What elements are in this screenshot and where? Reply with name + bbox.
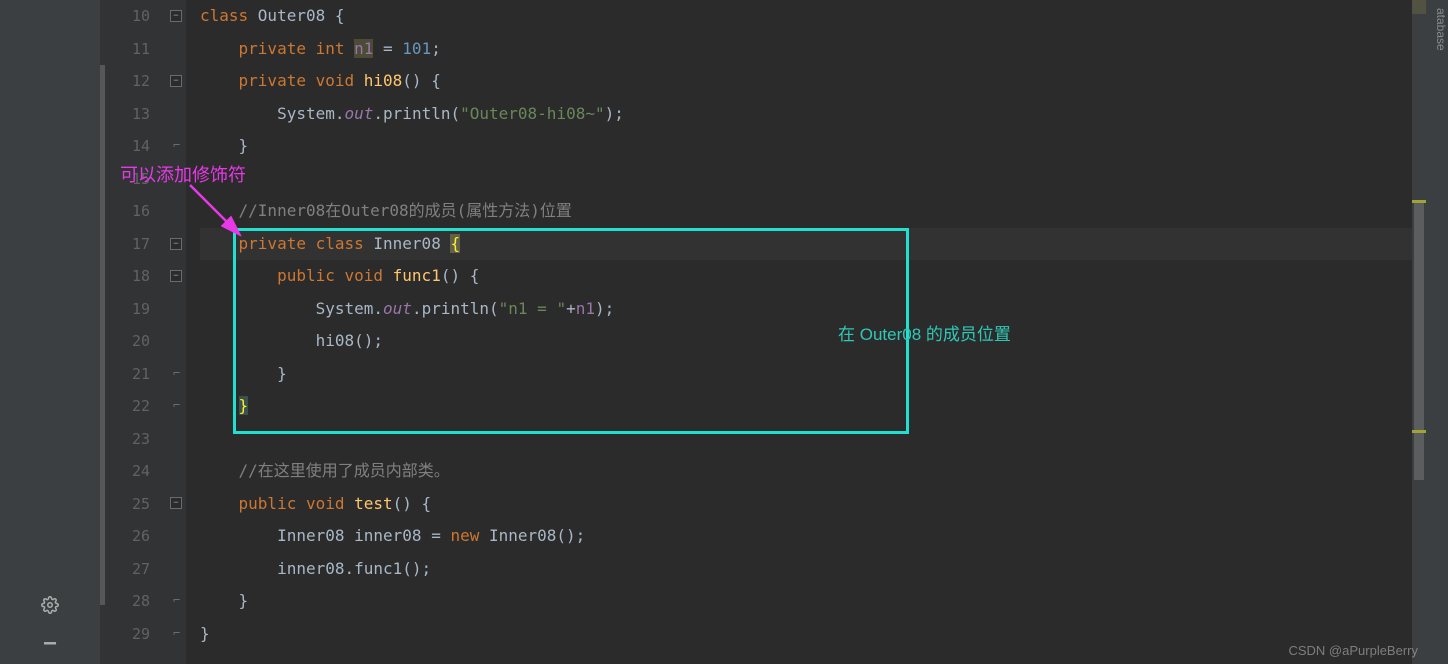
line-number: 24 bbox=[100, 455, 168, 488]
editor-area[interactable]: 10 11 12 13 14 15 16 17 18 19 20 21 22 2… bbox=[100, 0, 1426, 664]
fold-toggle-icon[interactable]: − bbox=[170, 238, 182, 250]
fold-end-icon: ⌐ bbox=[173, 593, 181, 603]
annotation-teal-label: 在 Outer08 的成员位置 bbox=[838, 320, 1011, 345]
code-line[interactable]: public void test() { bbox=[200, 488, 1426, 521]
line-number: 17 bbox=[100, 228, 168, 261]
line-number: 28 bbox=[100, 585, 168, 618]
code-line[interactable]: private int n1 = 101; bbox=[200, 33, 1426, 66]
code-line[interactable]: hi08(); bbox=[200, 325, 1426, 358]
fold-gutter: − − ⌐ − − ⌐ ⌐ − ⌐ ⌐ bbox=[168, 0, 186, 664]
line-number: 19 bbox=[100, 293, 168, 326]
line-number: 13 bbox=[100, 98, 168, 131]
code-line[interactable]: //在这里使用了成员内部类。 bbox=[200, 455, 1426, 488]
main-container: — 10 11 12 13 14 15 16 17 18 19 20 21 22… bbox=[0, 0, 1448, 664]
gear-icon[interactable] bbox=[41, 596, 59, 618]
scrollbar-status-indicator bbox=[1412, 0, 1426, 14]
scrollbar-marker bbox=[1412, 430, 1426, 433]
line-number: 16 bbox=[100, 195, 168, 228]
minimize-icon[interactable]: — bbox=[44, 630, 56, 654]
line-number: 20 bbox=[100, 325, 168, 358]
code-line[interactable]: } bbox=[200, 618, 1426, 651]
fold-toggle-icon[interactable]: − bbox=[170, 10, 182, 22]
fold-end-icon: ⌐ bbox=[173, 398, 181, 408]
code-line[interactable]: public void func1() { bbox=[200, 260, 1426, 293]
code-line[interactable]: System.out.println("Outer08-hi08~"); bbox=[200, 98, 1426, 131]
database-tool-tab[interactable]: atabase bbox=[1426, 0, 1448, 664]
scrollbar-marker bbox=[1412, 200, 1426, 203]
line-number-gutter: 10 11 12 13 14 15 16 17 18 19 20 21 22 2… bbox=[100, 0, 168, 664]
line-number: 25 bbox=[100, 488, 168, 521]
line-number: 21 bbox=[100, 358, 168, 391]
tool-sidebar: — bbox=[0, 0, 100, 664]
line-number: 14 bbox=[100, 130, 168, 163]
scroll-indicator bbox=[100, 65, 105, 605]
code-line[interactable]: inner08.func1(); bbox=[200, 553, 1426, 586]
line-number: 11 bbox=[100, 33, 168, 66]
code-line[interactable]: private class Inner08 { bbox=[200, 228, 1426, 261]
line-number: 10 bbox=[100, 0, 168, 33]
line-number: 29 bbox=[100, 618, 168, 651]
line-number: 18 bbox=[100, 260, 168, 293]
watermark-label: CSDN @aPurpleBerry bbox=[1288, 643, 1418, 658]
fold-end-icon: ⌐ bbox=[173, 138, 181, 148]
line-number: 22 bbox=[100, 390, 168, 423]
code-line[interactable]: } bbox=[200, 390, 1426, 423]
code-line[interactable]: private void hi08() { bbox=[200, 65, 1426, 98]
scrollbar-track[interactable] bbox=[1412, 0, 1426, 664]
code-line[interactable]: System.out.println("n1 = "+n1); bbox=[200, 293, 1426, 326]
scrollbar-thumb[interactable] bbox=[1414, 200, 1424, 480]
code-line[interactable]: class Outer08 { bbox=[200, 0, 1426, 33]
fold-toggle-icon[interactable]: − bbox=[170, 75, 182, 87]
code-line[interactable] bbox=[200, 423, 1426, 456]
code-content[interactable]: class Outer08 { private int n1 = 101; pr… bbox=[186, 0, 1426, 664]
fold-end-icon: ⌐ bbox=[173, 366, 181, 376]
code-line[interactable]: } bbox=[200, 585, 1426, 618]
line-number: 12 bbox=[100, 65, 168, 98]
line-number: 26 bbox=[100, 520, 168, 553]
code-line[interactable]: Inner08 inner08 = new Inner08(); bbox=[200, 520, 1426, 553]
fold-toggle-icon[interactable]: − bbox=[170, 270, 182, 282]
line-number: 27 bbox=[100, 553, 168, 586]
fold-toggle-icon[interactable]: − bbox=[170, 497, 182, 509]
code-line[interactable]: } bbox=[200, 358, 1426, 391]
code-line[interactable] bbox=[200, 163, 1426, 196]
line-number: 23 bbox=[100, 423, 168, 456]
annotation-magenta-label: 可以添加修饰符 bbox=[120, 161, 246, 187]
code-line[interactable]: } bbox=[200, 130, 1426, 163]
code-line[interactable]: //Inner08在Outer08的成员(属性方法)位置 bbox=[200, 195, 1426, 228]
fold-end-icon: ⌐ bbox=[173, 626, 181, 636]
